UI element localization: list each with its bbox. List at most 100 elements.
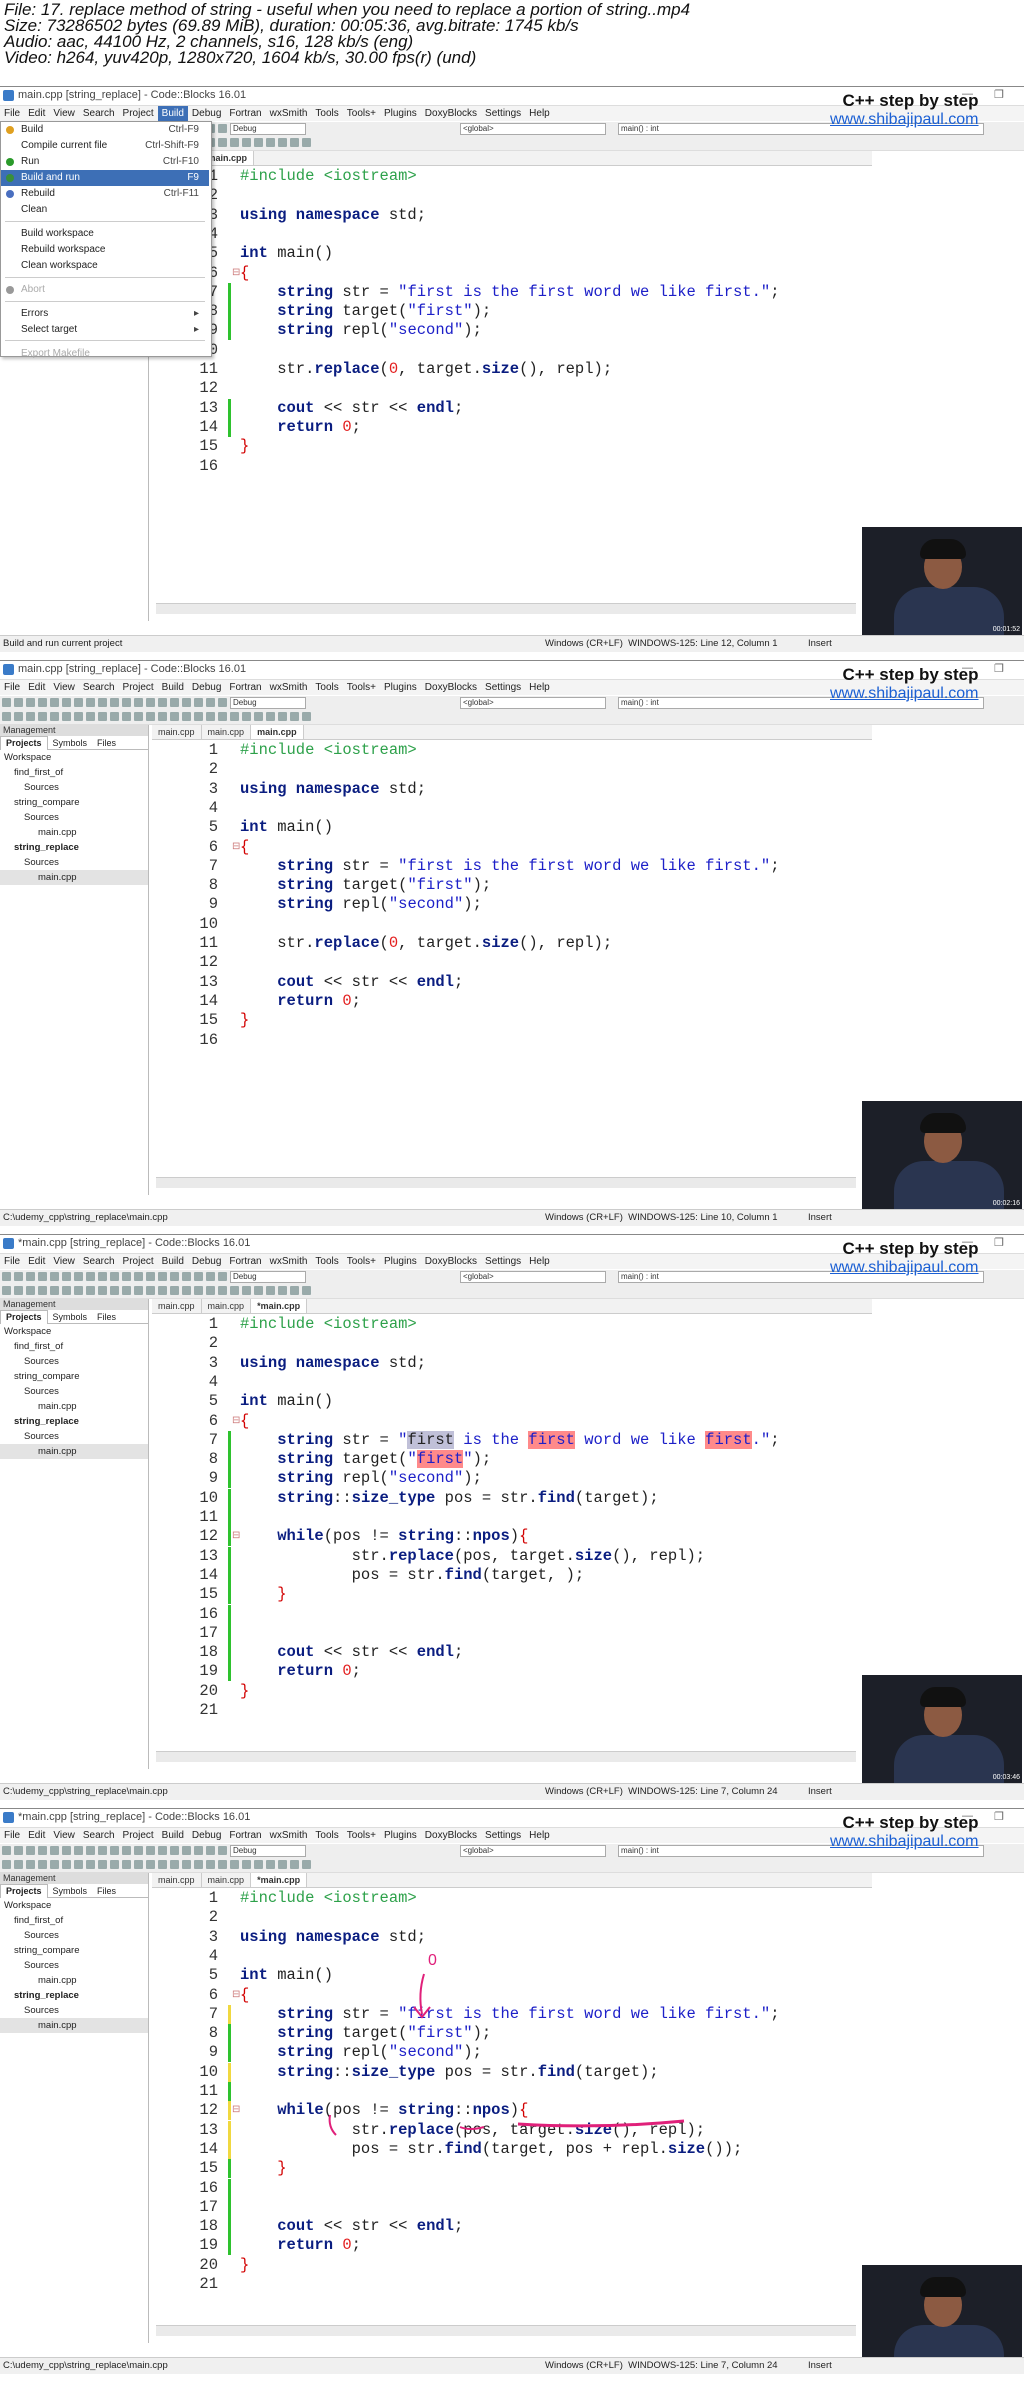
tree-item[interactable]: Sources — [0, 1384, 148, 1399]
toolbar-icon[interactable] — [254, 712, 263, 721]
toolbar-icon[interactable] — [218, 1286, 227, 1295]
panel-tab-files[interactable]: Files — [92, 737, 121, 750]
toolbar-icon[interactable] — [278, 1286, 287, 1295]
build-target-select[interactable]: Debug — [230, 697, 306, 709]
toolbar-icon[interactable] — [146, 1272, 155, 1281]
toolbar-icon[interactable] — [86, 1286, 95, 1295]
menu-item[interactable]: Clean — [1, 202, 209, 218]
menu-doxyblocks[interactable]: DoxyBlocks — [421, 106, 481, 121]
tree-item[interactable]: Sources — [0, 810, 148, 825]
menu-plugins[interactable]: Plugins — [380, 680, 421, 695]
toolbar-icon[interactable] — [26, 698, 35, 707]
tree-item[interactable]: Sources — [0, 1429, 148, 1444]
toolbar-icon[interactable] — [110, 698, 119, 707]
panel-tab-symbols[interactable]: Symbols — [48, 1311, 93, 1324]
toolbar-icon[interactable] — [230, 1286, 239, 1295]
panel-tab-files[interactable]: Files — [92, 1311, 121, 1324]
tree-item[interactable]: Sources — [0, 780, 148, 795]
menu-settings[interactable]: Settings — [481, 1254, 525, 1269]
build-target-select[interactable]: Debug — [230, 123, 306, 135]
toolbar-icon[interactable] — [110, 1286, 119, 1295]
tree-item[interactable]: string_replace — [0, 1414, 148, 1429]
scope-select[interactable]: <global> — [460, 1271, 606, 1283]
panel-tab-projects[interactable]: Projects — [0, 1310, 48, 1324]
toolbar-icon[interactable] — [170, 1272, 179, 1281]
editor-tab[interactable]: main.cpp — [251, 725, 304, 739]
menu-wxsmith[interactable]: wxSmith — [266, 680, 312, 695]
toolbar-icon[interactable] — [218, 712, 227, 721]
menu-item[interactable]: Build Ctrl-F9 — [1, 122, 209, 138]
tree-item[interactable]: string_compare — [0, 1369, 148, 1384]
menu-tools[interactable]: Tools — [311, 680, 342, 695]
toolbar-icon[interactable] — [62, 698, 71, 707]
toolbar-icon[interactable] — [158, 698, 167, 707]
code-editor[interactable]: main.cpp main.cpp main.cpp 1 #include <iostr… — [152, 725, 872, 1195]
tree-item[interactable]: find_first_of — [0, 1339, 148, 1354]
toolbar-icon[interactable] — [14, 1286, 23, 1295]
toolbar-icon[interactable] — [98, 1272, 107, 1281]
toolbar-icon[interactable] — [266, 712, 275, 721]
toolbar-icon[interactable] — [122, 712, 131, 721]
toolbar-icon[interactable] — [38, 712, 47, 721]
toolbar-icon[interactable] — [158, 712, 167, 721]
tree-item[interactable]: string_replace — [0, 840, 148, 855]
menu-item[interactable]: Build and run F9 — [1, 170, 209, 186]
menu-debug[interactable]: Debug — [188, 106, 225, 121]
menu-item[interactable]: Abort — [1, 282, 209, 298]
editor-tab[interactable]: main.cpp — [152, 725, 202, 739]
maximize-icon[interactable]: ❐ — [994, 1236, 1004, 1249]
toolbar-icon[interactable] — [134, 1286, 143, 1295]
toolbar-icon[interactable] — [86, 1272, 95, 1281]
menu-help[interactable]: Help — [525, 1254, 554, 1269]
code-editor[interactable]: main.cppmain.cpp1#include <iostream>23us… — [152, 151, 872, 621]
tree-item[interactable]: Workspace — [0, 1324, 148, 1339]
toolbar-icon[interactable] — [206, 698, 215, 707]
toolbar-icon[interactable] — [182, 712, 191, 721]
toolbar-icon[interactable] — [194, 712, 203, 721]
menu-fortran[interactable]: Fortran — [225, 106, 265, 121]
panel-tab-symbols[interactable]: Symbols — [48, 737, 93, 750]
toolbar-icon[interactable] — [62, 1272, 71, 1281]
toolbar-icon[interactable] — [206, 1286, 215, 1295]
menu-help[interactable]: Help — [525, 106, 554, 121]
tree-item[interactable]: main.cpp — [0, 870, 148, 885]
menu-doxyblocks[interactable]: DoxyBlocks — [421, 680, 481, 695]
toolbar-icon[interactable] — [122, 698, 131, 707]
toolbar-icon[interactable] — [170, 698, 179, 707]
scope-select[interactable]: <global> — [460, 697, 606, 709]
tree-item[interactable]: string_compare — [0, 795, 148, 810]
menu-search[interactable]: Search — [79, 1254, 119, 1269]
toolbar-icon[interactable] — [2, 698, 11, 707]
menu-build[interactable]: Build — [157, 106, 188, 121]
menu-edit[interactable]: Edit — [24, 1254, 49, 1269]
toolbar-icon[interactable] — [242, 1286, 251, 1295]
toolbar-icon[interactable] — [38, 1272, 47, 1281]
toolbar-icon[interactable] — [2, 1286, 11, 1295]
menu-doxyblocks[interactable]: DoxyBlocks — [421, 1254, 481, 1269]
tree-item[interactable]: Workspace — [0, 750, 148, 765]
toolbar-icon[interactable] — [194, 1272, 203, 1281]
toolbar-icon[interactable] — [230, 712, 239, 721]
build-target-select[interactable]: Debug — [230, 1271, 306, 1283]
toolbar-icon[interactable] — [50, 1286, 59, 1295]
menu-item[interactable]: Errors ▸ — [1, 306, 209, 322]
toolbar-icon[interactable] — [14, 698, 23, 707]
toolbar-icon[interactable] — [26, 1272, 35, 1281]
menu-item[interactable]: Compile current file Ctrl-Shift-F9 — [1, 138, 209, 154]
menu-settings[interactable]: Settings — [481, 680, 525, 695]
scope-select[interactable]: <global> — [460, 123, 606, 135]
toolbar-icon[interactable] — [26, 1286, 35, 1295]
toolbar-icon[interactable] — [134, 698, 143, 707]
toolbar-icon[interactable] — [26, 712, 35, 721]
toolbar-icon[interactable] — [302, 138, 311, 147]
editor-tab[interactable]: main.cpp — [202, 1299, 252, 1313]
horizontal-scrollbar[interactable] — [156, 1751, 856, 1762]
menu-tools[interactable]: Tools+ — [343, 1254, 380, 1269]
toolbar-icon[interactable] — [122, 1272, 131, 1281]
menu-file[interactable]: File — [0, 1254, 24, 1269]
toolbar-icon[interactable] — [2, 1272, 11, 1281]
menu-view[interactable]: View — [49, 106, 79, 121]
menu-build[interactable]: Build — [158, 1254, 188, 1269]
toolbar-icon[interactable] — [182, 1286, 191, 1295]
toolbar-icon[interactable] — [38, 1286, 47, 1295]
